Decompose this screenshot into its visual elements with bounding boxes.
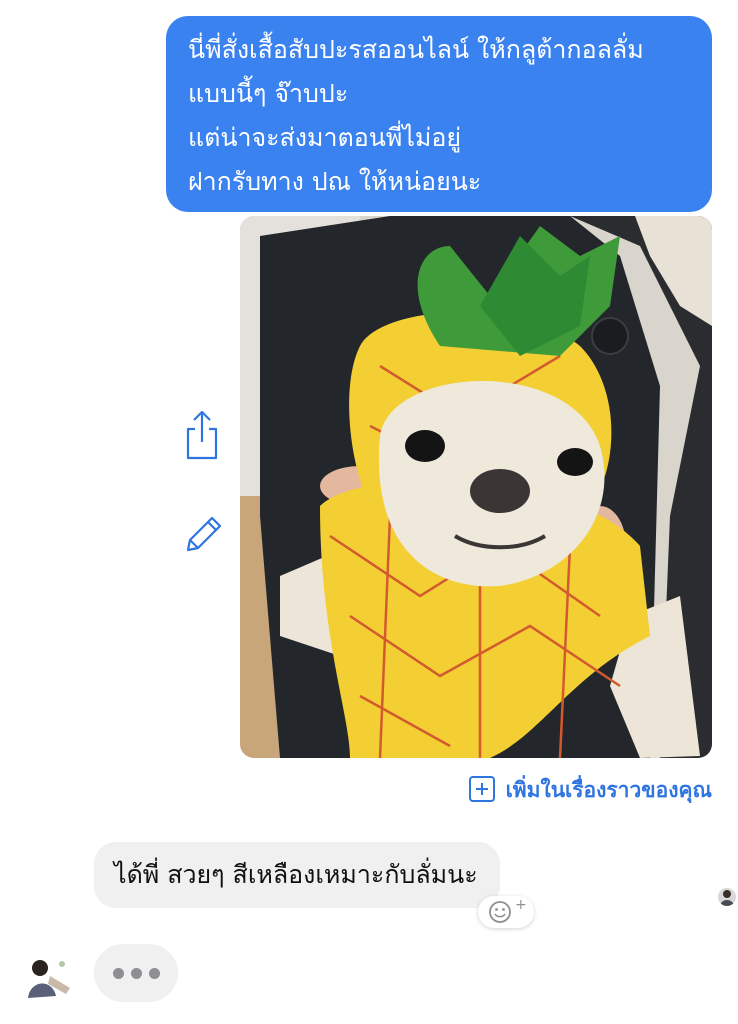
add-to-story-button[interactable]: เพิ่มในเรื่องราวของคุณ bbox=[468, 774, 712, 807]
typing-dot bbox=[112, 967, 124, 979]
typing-dot bbox=[148, 967, 160, 979]
french-bulldog-pineapple-costume-photo bbox=[240, 216, 712, 758]
add-reaction-icon: + bbox=[489, 897, 527, 923]
typing-indicator bbox=[94, 944, 178, 1002]
typing-dot bbox=[130, 967, 142, 979]
share-icon[interactable] bbox=[184, 408, 220, 464]
outgoing-message-line-4: ฝากรับทาง ปณ ให้หน่อยนะ bbox=[188, 167, 482, 196]
add-reaction-button[interactable]: + bbox=[478, 896, 534, 928]
incoming-message-bubble[interactable]: ได้พี่ สวยๆ สีเหลืองเหมาะกับลั่มนะ bbox=[94, 842, 500, 908]
outgoing-message-bubble[interactable]: นี่พี่สั่งเสื้อสับปะรสออนไลน์ ให้กลูต้าก… bbox=[166, 16, 712, 212]
outgoing-message-line-2: แบบนี้ๆ จ๊าบปะ bbox=[188, 79, 349, 108]
add-to-story-label: เพิ่มในเรื่องราวของคุณ bbox=[505, 778, 712, 802]
add-reaction-plus: + bbox=[515, 897, 527, 913]
outgoing-message-line-3: แต่น่าจะส่งมาตอนพี่ไม่อยู่ bbox=[188, 123, 462, 152]
incoming-message-text: ได้พี่ สวยๆ สีเหลืองเหมาะกับลั่มนะ bbox=[114, 860, 478, 889]
shared-photo[interactable] bbox=[240, 216, 712, 758]
pencil-icon[interactable] bbox=[184, 512, 224, 558]
plus-square-icon bbox=[468, 775, 496, 807]
read-receipt-avatar bbox=[718, 888, 736, 906]
avatar[interactable] bbox=[18, 948, 76, 1006]
outgoing-message-line-1: นี่พี่สั่งเสื้อสับปะรสออนไลน์ ให้กลูต้าก… bbox=[188, 35, 644, 64]
